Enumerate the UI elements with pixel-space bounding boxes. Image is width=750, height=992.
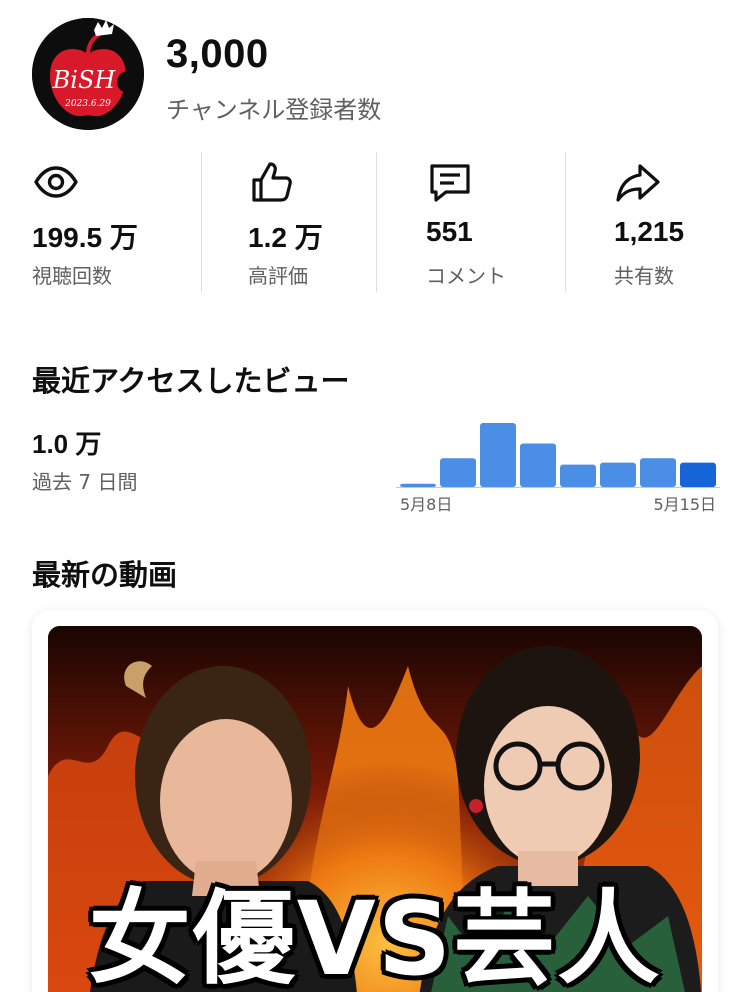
- stats-row: 199.5 万 視聴回数 1.2 万 高評価 551 コメント 1,215 共有…: [0, 152, 750, 294]
- stat-label: コメント: [426, 264, 506, 288]
- stat-divider: [565, 152, 566, 292]
- eye-icon: [32, 158, 80, 206]
- channel-avatar[interactable]: BiSH 2023.6.29: [32, 18, 144, 130]
- recent-views-value: 1.0 万: [32, 429, 102, 459]
- comment-icon: [426, 158, 474, 206]
- latest-video-card[interactable]: 女優VS芸人: [32, 610, 718, 992]
- stat-value: 199.5 万: [32, 222, 138, 253]
- chart-bar: [440, 458, 476, 487]
- chart-tick-label: 5月8日: [400, 495, 452, 514]
- stat-label: 視聴回数: [32, 264, 112, 288]
- video-thumbnail[interactable]: 女優VS芸人: [48, 626, 702, 992]
- recent-views-title: 最近アクセスしたビュー: [32, 364, 350, 398]
- latest-video-title: 最新の動画: [32, 558, 178, 592]
- stat-divider: [201, 152, 202, 292]
- views-bar-chart[interactable]: 5月8日 5月15日: [396, 410, 720, 520]
- chart-bar: [400, 483, 436, 487]
- svg-text:BiSH: BiSH: [52, 66, 117, 94]
- stat-divider: [376, 152, 377, 292]
- views-bar-chart-svg: 5月8日 5月15日: [396, 423, 720, 514]
- stat-label: 高評価: [248, 264, 308, 288]
- stat-value: 551: [426, 216, 473, 247]
- chart-bar: [560, 464, 596, 487]
- share-icon: [614, 158, 662, 206]
- svg-text:2023.6.29: 2023.6.29: [64, 99, 111, 109]
- chart-tick-label: 5月15日: [653, 495, 716, 514]
- chart-bar: [520, 443, 556, 487]
- subscriber-label: チャンネル登録者数: [166, 96, 382, 124]
- stat-value: 1,215: [614, 216, 685, 247]
- thumbnail-caption: 女優VS芸人: [88, 880, 662, 992]
- thumbs-up-icon: [248, 158, 296, 206]
- channel-header: BiSH 2023.6.29 3,000 チャンネル登録者数: [32, 18, 722, 130]
- stat-label: 共有数: [614, 264, 674, 288]
- chart-bar: [480, 423, 516, 487]
- stat-value: 1.2 万: [248, 222, 323, 253]
- subscriber-count: 3,000: [166, 32, 269, 76]
- chart-bar: [680, 462, 716, 487]
- recent-views-period: 過去 7 日間: [32, 470, 138, 494]
- chart-bar: [640, 458, 676, 487]
- chart-bar: [600, 462, 636, 487]
- avatar-logo: BiSH 2023.6.29: [32, 18, 144, 130]
